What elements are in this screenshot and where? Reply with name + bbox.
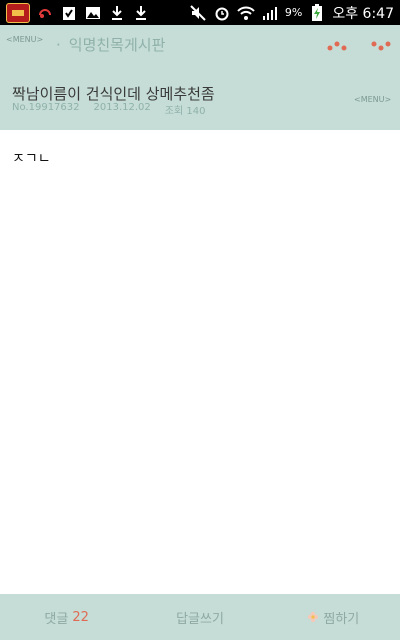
bookmark-button[interactable]: 찜하기 (267, 608, 400, 627)
menu-button[interactable]: <MENU> (6, 35, 43, 44)
image-icon (84, 4, 102, 22)
flower-icon (307, 611, 319, 623)
mute-icon (189, 4, 207, 22)
comments-count: 22 (72, 609, 89, 625)
post-header: 짝남이름이 건식인데 상메추천좀 No.19917632 2013.12.02 … (0, 63, 400, 130)
post-date: 2013.12.02 (93, 102, 151, 113)
app-header: <MENU> · 익명친목게시판 (0, 25, 400, 63)
wifi-icon (237, 4, 255, 22)
post-number: No.19917632 (12, 102, 80, 113)
status-right: 9% 오후 6:47 (189, 0, 400, 25)
alarm-icon (213, 4, 231, 22)
bookmark-label: 찜하기 (323, 611, 360, 627)
post-body: ㅈㄱㄴ (12, 151, 51, 167)
board-title: · 익명친목게시판 (56, 34, 165, 55)
post-views: 조회 140 (164, 106, 206, 117)
battery-percent: 9% (284, 6, 303, 19)
bullet-icon: · (56, 36, 61, 54)
hearts-up-icon[interactable] (326, 37, 348, 56)
battery-charging-icon (308, 3, 326, 22)
clock: 오후 6:47 (332, 5, 394, 22)
post-menu-button[interactable]: <MENU> (354, 95, 391, 104)
download-icon (108, 4, 126, 22)
hearts-down-icon[interactable] (370, 37, 392, 56)
post-meta: No.19917632 2013.12.02 조회 140 (12, 102, 205, 117)
signal-icon (261, 4, 279, 22)
reply-label: 답글쓰기 (176, 611, 224, 627)
comments-button[interactable]: 댓글 22 (0, 608, 133, 627)
status-left (0, 0, 150, 25)
comments-label: 댓글 (44, 611, 69, 627)
headset-icon (36, 4, 54, 22)
post-title: 짝남이름이 건식인데 상메추천좀 (12, 85, 215, 103)
reply-button[interactable]: 답글쓰기 (133, 608, 266, 627)
board-title-text: 익명친목게시판 (68, 36, 166, 54)
download-icon (132, 4, 150, 22)
clipboard-check-icon (60, 4, 78, 22)
bottom-bar: 댓글 22 답글쓰기 찜하기 (0, 594, 400, 640)
app-notification-icon (6, 2, 30, 23)
status-bar: 9% 오후 6:47 (0, 0, 400, 25)
